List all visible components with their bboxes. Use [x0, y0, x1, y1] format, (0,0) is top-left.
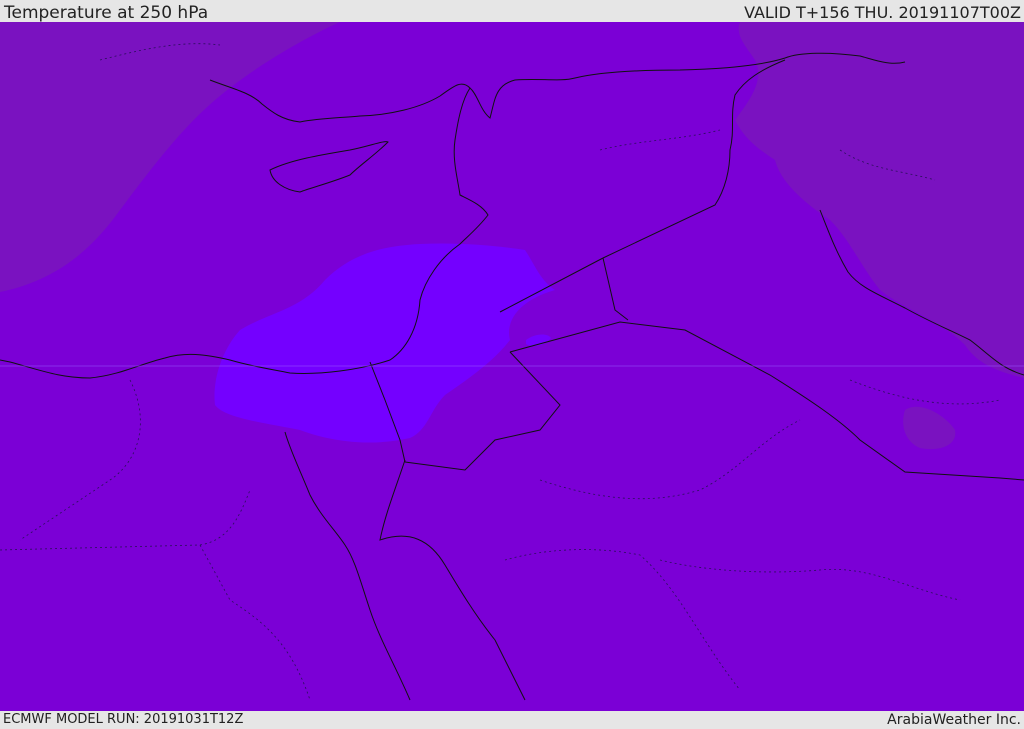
header-bar: Temperature at 250 hPa VALID T+156 THU. … — [0, 0, 1024, 23]
weather-map[interactable] — [0, 22, 1024, 711]
footer-bar: ECMWF MODEL RUN: 20191031T12Z ArabiaWeat… — [0, 711, 1024, 729]
map-title: Temperature at 250 hPa — [4, 3, 209, 23]
credit-label: ArabiaWeather Inc. — [887, 712, 1021, 728]
map-canvas — [0, 22, 1024, 711]
valid-time: VALID T+156 THU. 20191107T00Z — [744, 3, 1021, 22]
model-run-label: ECMWF MODEL RUN: 20191031T12Z — [3, 712, 244, 727]
